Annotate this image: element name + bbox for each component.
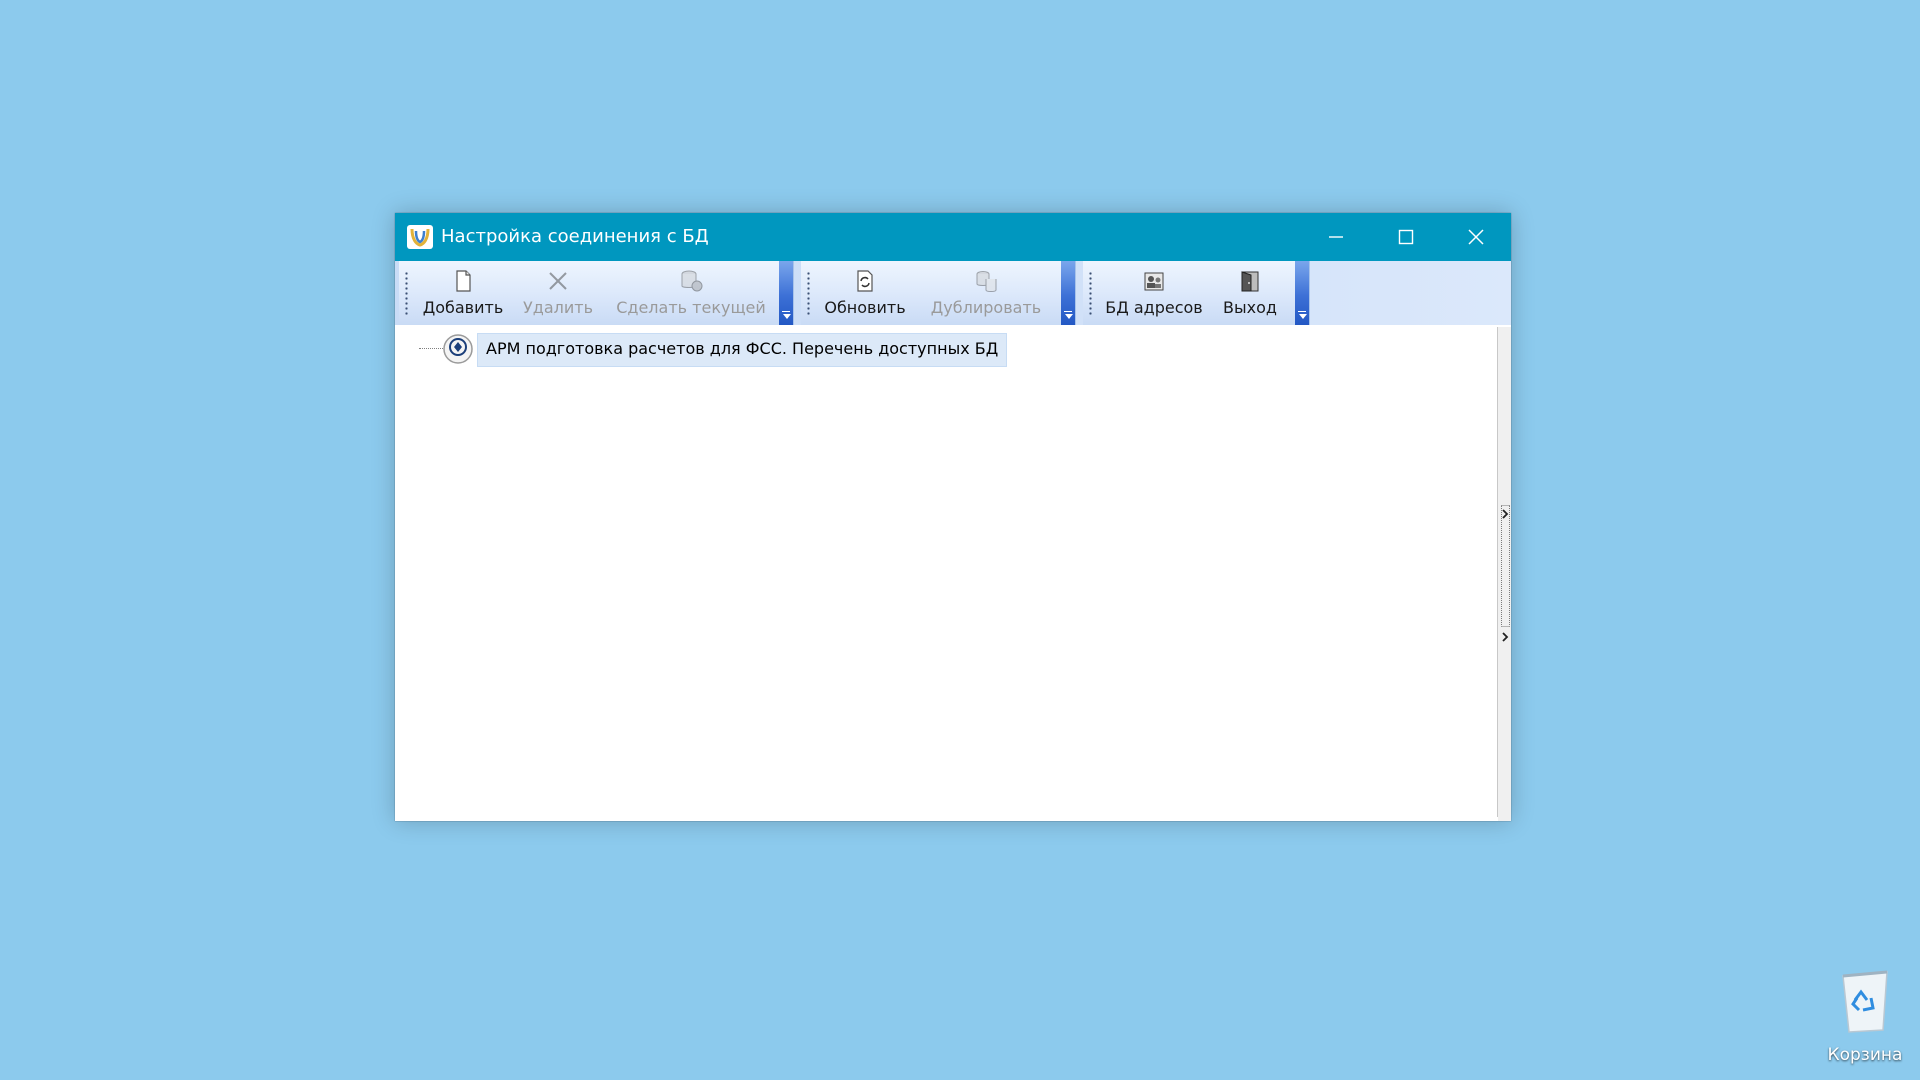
address-db-button-label: БД адресов (1105, 298, 1203, 317)
toolbar-group-misc: БД адресов Выход (1083, 261, 1310, 325)
toolbar-group-refresh: Обновить Дублировать (801, 261, 1076, 325)
exit-button[interactable]: Выход (1213, 265, 1287, 321)
desktop: Настройка соединения с БД Добавить Удали… (0, 0, 1920, 1080)
refresh-button-label: Обновить (824, 298, 906, 317)
recycle-bin-desktop-icon[interactable]: Корзина (1815, 964, 1915, 1074)
new-document-icon (456, 270, 471, 292)
close-button[interactable] (1441, 213, 1511, 261)
refresh-button[interactable]: Обновить (817, 265, 913, 321)
database-current-icon (681, 270, 703, 292)
duplicate-button-label: Дублировать (930, 298, 1042, 317)
toolbar: Добавить Удалить Сделать текущей Обновит… (395, 261, 1511, 325)
toolbar-grip[interactable] (807, 271, 810, 315)
add-button[interactable]: Добавить (415, 265, 511, 321)
duplicate-database-icon (976, 271, 997, 292)
chevron-right-icon[interactable] (1501, 508, 1509, 520)
maximize-icon (1398, 229, 1414, 245)
delete-button-label: Удалить (523, 298, 593, 317)
splitter-handle[interactable] (1501, 505, 1510, 627)
side-splitter[interactable] (1498, 327, 1511, 821)
toolbar-grip[interactable] (1089, 271, 1092, 315)
maximize-button[interactable] (1371, 213, 1441, 261)
exit-button-label: Выход (1223, 298, 1277, 317)
close-icon (1468, 229, 1484, 245)
toolbar-group-edit: Добавить Удалить Сделать текущей (399, 261, 794, 325)
refresh-document-icon (857, 270, 873, 292)
delete-x-icon (549, 272, 567, 290)
minimize-icon (1329, 236, 1343, 238)
toolbar-grip[interactable] (405, 271, 408, 315)
chevron-right-icon[interactable] (1501, 631, 1509, 643)
address-db-button[interactable]: БД адресов (1099, 265, 1209, 321)
make-current-button-label: Сделать текущей (616, 298, 766, 317)
db-list-tree[interactable]: АРМ подготовка расчетов для ФСС. Перечен… (397, 327, 1498, 817)
toolbar-overflow-chevron[interactable] (1295, 261, 1309, 325)
tree-root-item[interactable]: АРМ подготовка расчетов для ФСС. Перечен… (477, 333, 1008, 367)
db-connection-settings-window: Настройка соединения с БД Добавить Удали… (395, 213, 1511, 821)
toolbar-overflow-chevron[interactable] (779, 261, 793, 325)
toolbar-overflow-chevron[interactable] (1061, 261, 1075, 325)
delete-button[interactable]: Удалить (515, 265, 601, 321)
duplicate-button[interactable]: Дублировать (923, 265, 1049, 321)
window-title: Настройка соединения с БД (441, 226, 709, 247)
make-current-button[interactable]: Сделать текущей (611, 265, 771, 321)
exit-door-icon (1241, 271, 1259, 292)
minimize-button[interactable] (1301, 213, 1371, 261)
tree-connector-line (419, 348, 443, 350)
fss-emblem-icon (443, 334, 473, 364)
add-button-label: Добавить (422, 298, 504, 317)
address-database-icon (1144, 272, 1164, 291)
recycle-bin-icon (1842, 970, 1888, 1033)
recycle-bin-label: Корзина (1827, 1045, 1903, 1065)
title-bar[interactable]: Настройка соединения с БД (395, 213, 1511, 261)
app-logo-icon (407, 225, 433, 249)
